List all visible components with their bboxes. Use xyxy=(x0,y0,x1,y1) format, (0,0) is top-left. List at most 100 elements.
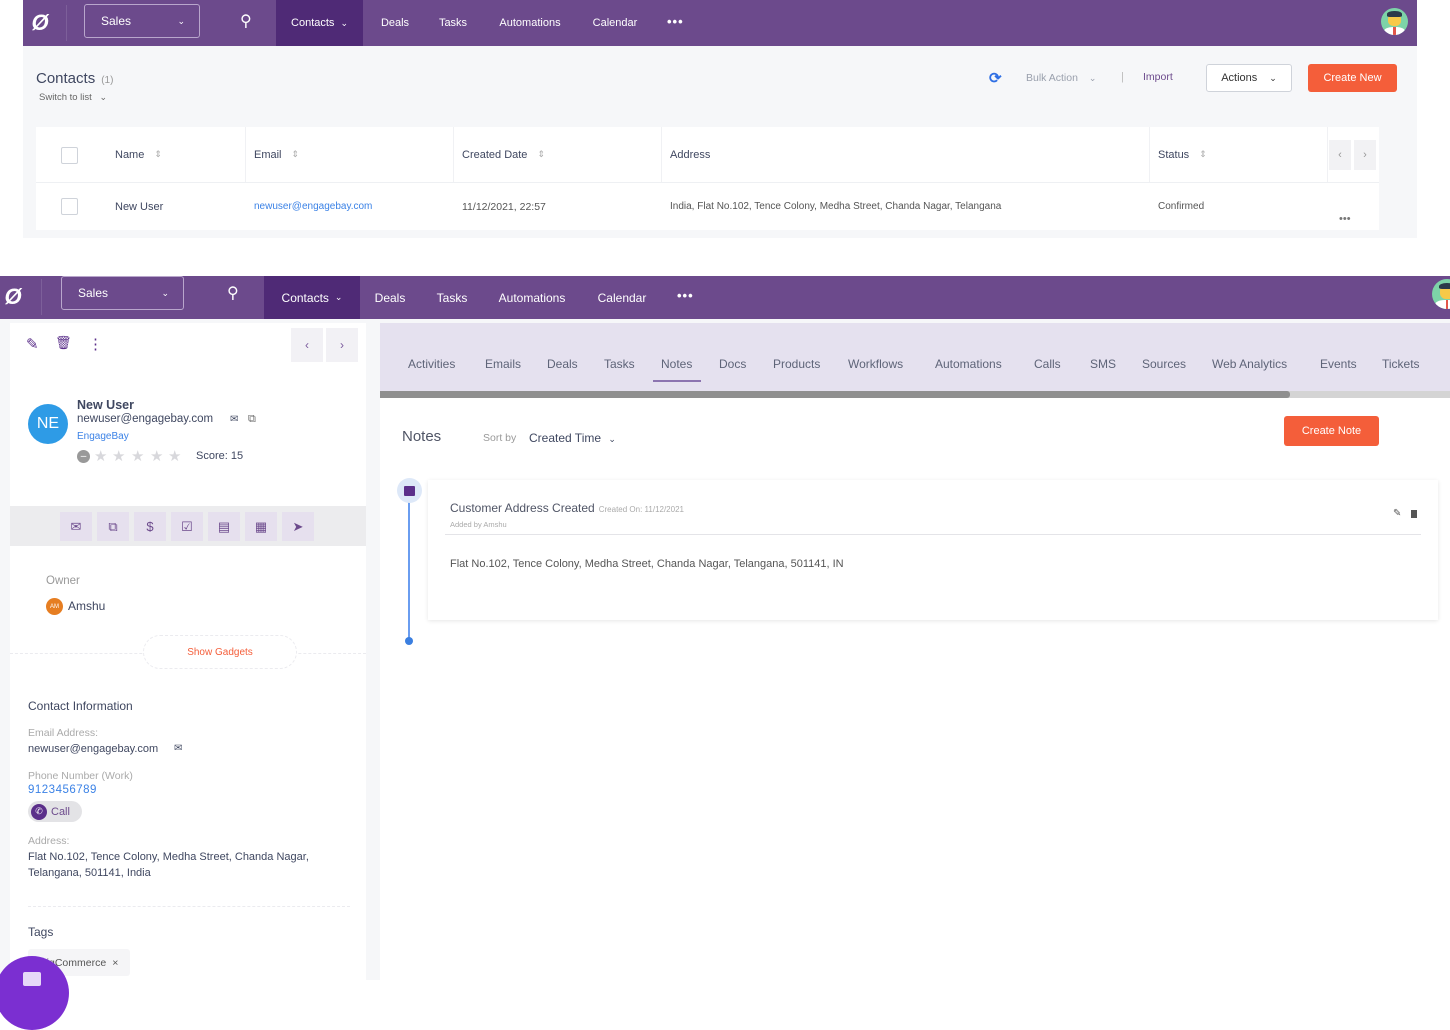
more-icon[interactable]: ••• xyxy=(667,14,684,29)
tab-tickets[interactable]: Tickets xyxy=(1382,357,1420,371)
switch-to-list-dropdown[interactable]: Switch to list ⌄ xyxy=(39,92,107,103)
more-icon[interactable]: ••• xyxy=(677,288,694,303)
tab-workflows[interactable]: Workflows xyxy=(848,357,903,371)
more-vertical-icon[interactable]: ⋮ xyxy=(88,335,103,353)
prev-contact-button[interactable]: ‹ xyxy=(291,328,323,362)
tab-sms[interactable]: SMS xyxy=(1090,357,1116,371)
star-icon-5[interactable]: ★ xyxy=(168,447,181,465)
star-icon-4[interactable]: ★ xyxy=(150,447,163,465)
email-icon[interactable]: ✉ xyxy=(230,414,238,425)
import-link[interactable]: Import xyxy=(1143,71,1173,83)
send-email-icon[interactable]: ✉ xyxy=(60,512,92,541)
bulk-action-dropdown[interactable]: Bulk Action ⌄ xyxy=(1026,72,1096,84)
engagebay-logo[interactable]: Ø xyxy=(25,8,55,38)
nav-calendar[interactable]: Calendar xyxy=(593,276,651,319)
column-header-name[interactable]: Name ⇕ xyxy=(102,127,246,182)
copy-icon[interactable]: ⧉ xyxy=(248,413,256,426)
show-gadgets-button[interactable]: Show Gadgets xyxy=(143,635,297,669)
contacts-table: Name ⇕ Email ⇕ Created Date ⇕ Address Statu… xyxy=(36,127,1379,230)
nav-calendar[interactable]: Calendar xyxy=(589,0,641,46)
column-header-email[interactable]: Email ⇕ xyxy=(246,127,454,182)
cell-status: Confirmed xyxy=(1158,201,1205,212)
tab-events[interactable]: Events xyxy=(1320,357,1357,371)
next-contact-button[interactable]: › xyxy=(326,328,358,362)
nav-contacts[interactable]: Contacts ⌄ xyxy=(276,0,363,46)
note-icon[interactable]: ▤ xyxy=(208,512,240,541)
tab-notes[interactable]: Notes xyxy=(661,357,692,371)
remove-tag-icon[interactable]: × xyxy=(112,957,118,969)
tab-docs[interactable]: Docs xyxy=(719,357,746,371)
cell-email[interactable]: newuser@engagebay.com xyxy=(254,183,372,230)
engagebay-logo[interactable]: Ø xyxy=(0,282,28,312)
select-all-checkbox[interactable] xyxy=(61,147,78,164)
user-avatar[interactable] xyxy=(1432,279,1450,309)
tab-calls[interactable]: Calls xyxy=(1034,357,1061,371)
actions-dropdown-button[interactable]: Actions ⌄ xyxy=(1206,64,1292,92)
module-select-value: Sales xyxy=(101,14,132,28)
module-select[interactable]: Sales ⌄ xyxy=(84,4,200,38)
calendar-icon[interactable]: ▦ xyxy=(245,512,277,541)
search-icon[interactable]: ⚲ xyxy=(240,11,252,31)
nav-automations[interactable]: Automations xyxy=(494,276,570,319)
tab-tasks[interactable]: Tasks xyxy=(604,357,635,371)
nav-automations[interactable]: Automations xyxy=(495,0,565,46)
sort-by-value: Created Time xyxy=(529,431,602,445)
table-next-button[interactable]: › xyxy=(1354,140,1376,170)
owner-name[interactable]: Amshu xyxy=(68,599,105,613)
tab-emails[interactable]: Emails xyxy=(485,357,521,371)
module-select[interactable]: Sales ⌄ xyxy=(61,276,184,310)
star-icon-1[interactable]: ★ xyxy=(94,447,107,465)
nav-tasks[interactable]: Tasks xyxy=(435,0,471,46)
owner-label: Owner xyxy=(46,575,80,587)
chevron-down-icon: ⌄ xyxy=(1269,72,1277,83)
refresh-icon[interactable]: ⟳ xyxy=(989,69,1002,87)
tab-activities[interactable]: Activities xyxy=(408,357,455,371)
sort-by-label: Sort by xyxy=(483,432,517,444)
module-select-value: Sales xyxy=(78,286,109,300)
table-prev-button[interactable]: ‹ xyxy=(1329,140,1351,170)
nav-contacts[interactable]: Contacts ⌄ xyxy=(264,276,360,319)
column-header-label: Address xyxy=(670,148,711,161)
nav-tasks[interactable]: Tasks xyxy=(432,276,472,319)
delete-icon[interactable]: 🗑 xyxy=(55,335,72,351)
delete-note-icon[interactable] xyxy=(1411,510,1417,518)
tab-web-analytics[interactable]: Web Analytics xyxy=(1212,357,1287,371)
tab-sources[interactable]: Sources xyxy=(1142,357,1186,371)
row-more-icon[interactable]: ••• xyxy=(1339,213,1351,225)
cell-name[interactable]: New User xyxy=(115,183,163,230)
edit-icon[interactable]: ✎ xyxy=(26,335,39,353)
star-icon-2[interactable]: ★ xyxy=(112,447,125,465)
tab-deals[interactable]: Deals xyxy=(547,357,578,371)
nav-contacts-label: Contacts xyxy=(291,17,335,29)
edit-note-icon[interactable]: ✎ xyxy=(1393,508,1401,519)
tab-automations[interactable]: Automations xyxy=(935,357,1002,371)
nav-deals[interactable]: Deals xyxy=(375,0,415,46)
create-note-button[interactable]: Create Note xyxy=(1284,416,1379,446)
send-icon[interactable]: ➤ xyxy=(282,512,314,541)
star-icon-3[interactable]: ★ xyxy=(131,447,144,465)
task-icon[interactable]: ☑ xyxy=(171,512,203,541)
contact-email: newuser@engagebay.com xyxy=(77,413,214,425)
phone-link[interactable]: 9123456789 xyxy=(28,784,97,796)
row-checkbox[interactable] xyxy=(61,198,78,215)
email-icon[interactable]: ✉ xyxy=(174,743,182,754)
chat-fab-button[interactable] xyxy=(0,956,69,1030)
deal-icon[interactable]: $ xyxy=(134,512,166,541)
note-body: Flat No.102, Tence Colony, Medha Street,… xyxy=(450,558,844,570)
remove-rating-icon[interactable]: – xyxy=(77,450,90,463)
create-new-button[interactable]: Create New xyxy=(1308,64,1397,92)
logo-divider xyxy=(41,279,42,315)
tab-products[interactable]: Products xyxy=(773,357,820,371)
column-header-created-date[interactable]: Created Date ⇕ xyxy=(454,127,662,182)
company-link[interactable]: EngageBay xyxy=(77,431,129,442)
user-avatar[interactable] xyxy=(1381,8,1408,35)
nav-deals[interactable]: Deals xyxy=(370,276,410,319)
column-header-status[interactable]: Status ⇕ xyxy=(1150,127,1328,182)
sort-by-dropdown[interactable]: Created Time ⌄ xyxy=(529,431,616,445)
chevron-down-icon: ⌄ xyxy=(161,287,169,298)
search-icon[interactable]: ⚲ xyxy=(227,283,239,303)
call-button[interactable]: ✆ Call xyxy=(28,801,82,822)
tabs-scrollbar-thumb[interactable] xyxy=(380,391,1290,398)
copy-icon[interactable]: ⧉ xyxy=(97,512,129,541)
sort-icon: ⇕ xyxy=(537,149,545,159)
